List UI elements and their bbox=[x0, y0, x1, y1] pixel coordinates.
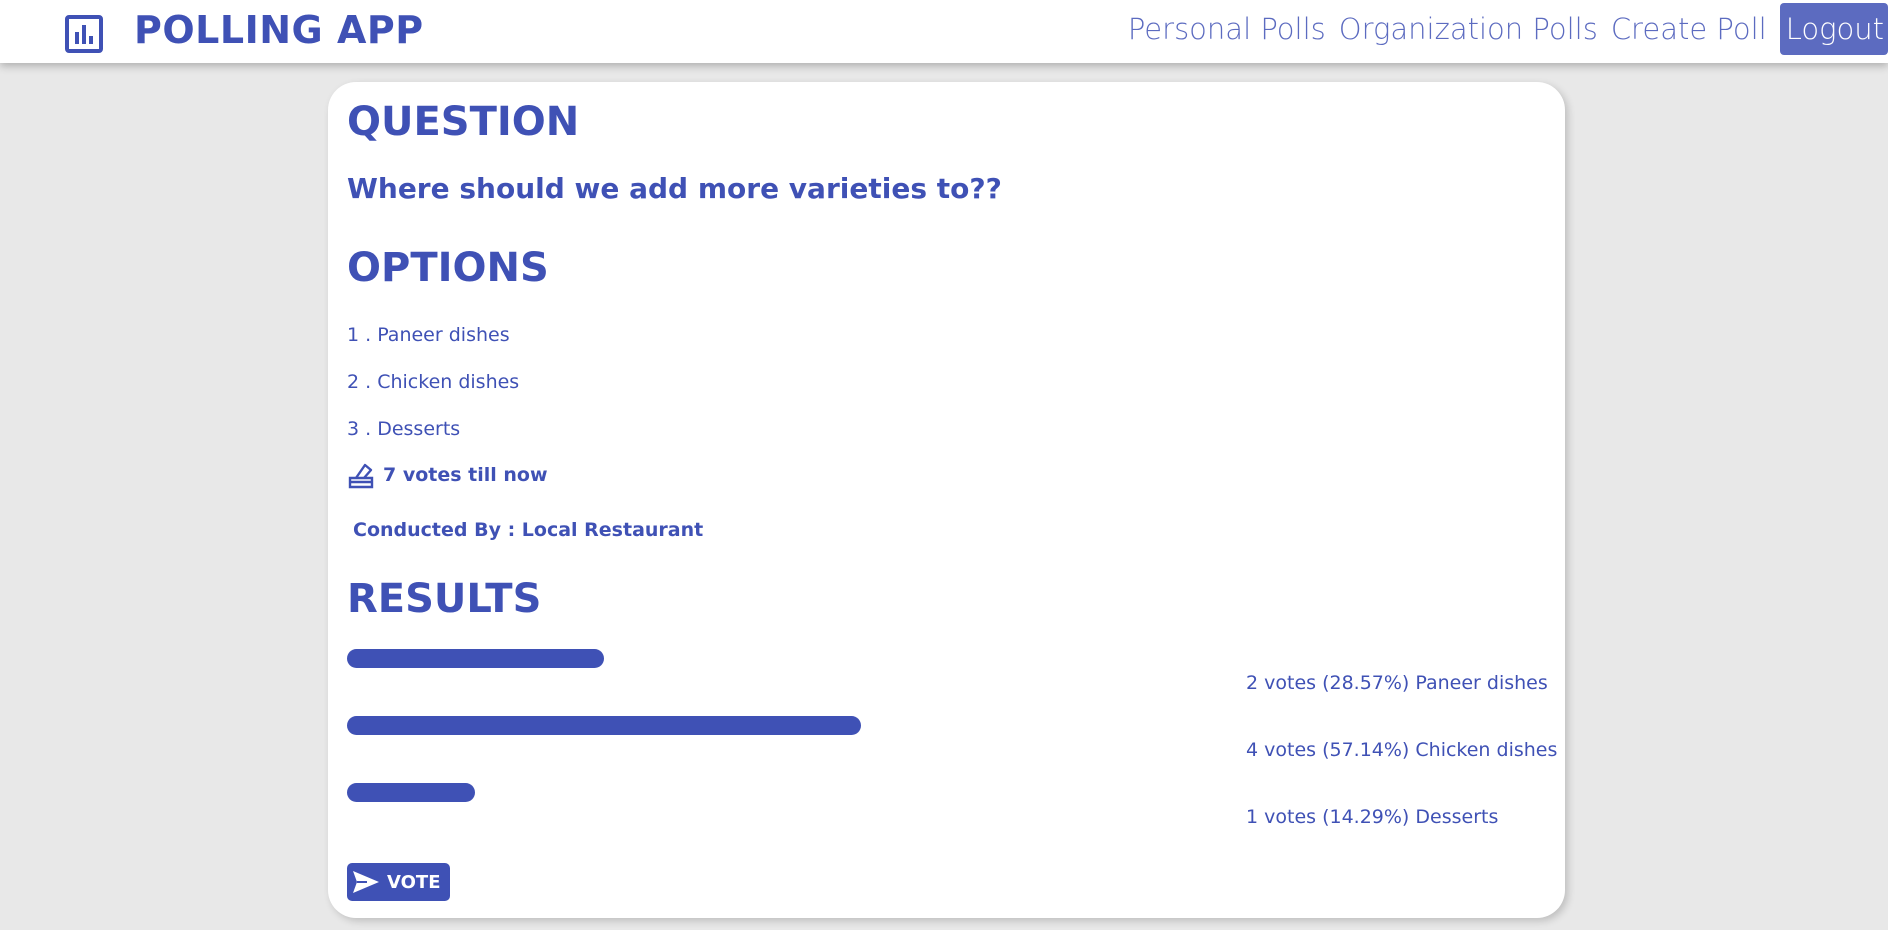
vote-button[interactable]: VOTE bbox=[347, 863, 450, 901]
result-label: 4 votes (57.14%) Chicken dishes bbox=[1246, 739, 1558, 761]
result-label: 2 votes (28.57%) Paneer dishes bbox=[1246, 672, 1548, 694]
results-heading: RESULTS bbox=[347, 576, 542, 622]
app-title: POLLING APP bbox=[134, 8, 424, 52]
option-item: 1 . Paneer dishes bbox=[347, 324, 510, 346]
result-bar bbox=[347, 716, 861, 735]
option-item: 3 . Desserts bbox=[347, 418, 461, 440]
question-text: Where should we add more varieties to?? bbox=[347, 172, 1002, 205]
votes-text: 7 votes till now bbox=[383, 464, 548, 486]
result-label: 1 votes (14.29%) Desserts bbox=[1246, 806, 1499, 828]
result-bar bbox=[347, 783, 475, 802]
logout-button[interactable]: Logout bbox=[1779, 3, 1888, 55]
top-navbar: POLLING APP Personal Polls Organization … bbox=[0, 0, 1888, 63]
send-icon bbox=[353, 871, 379, 893]
nav-personal-polls[interactable]: Personal Polls bbox=[1128, 3, 1326, 55]
bar-chart-icon bbox=[65, 15, 103, 53]
result-bar bbox=[347, 649, 604, 668]
options-heading: OPTIONS bbox=[347, 245, 549, 291]
nav-create-poll[interactable]: Create Poll bbox=[1611, 3, 1767, 55]
vote-button-label: VOTE bbox=[387, 871, 441, 893]
question-heading: QUESTION bbox=[347, 99, 580, 145]
option-item: 2 . Chicken dishes bbox=[347, 371, 520, 393]
ballot-box-icon bbox=[348, 463, 374, 489]
nav-links: Personal Polls Organization Polls Create… bbox=[1115, 3, 1888, 55]
conducted-by: Conducted By : Local Restaurant bbox=[353, 519, 704, 541]
votes-count: 7 votes till now bbox=[347, 461, 548, 489]
nav-organization-polls[interactable]: Organization Polls bbox=[1339, 3, 1598, 55]
poll-card: QUESTION Where should we add more variet… bbox=[328, 82, 1565, 918]
